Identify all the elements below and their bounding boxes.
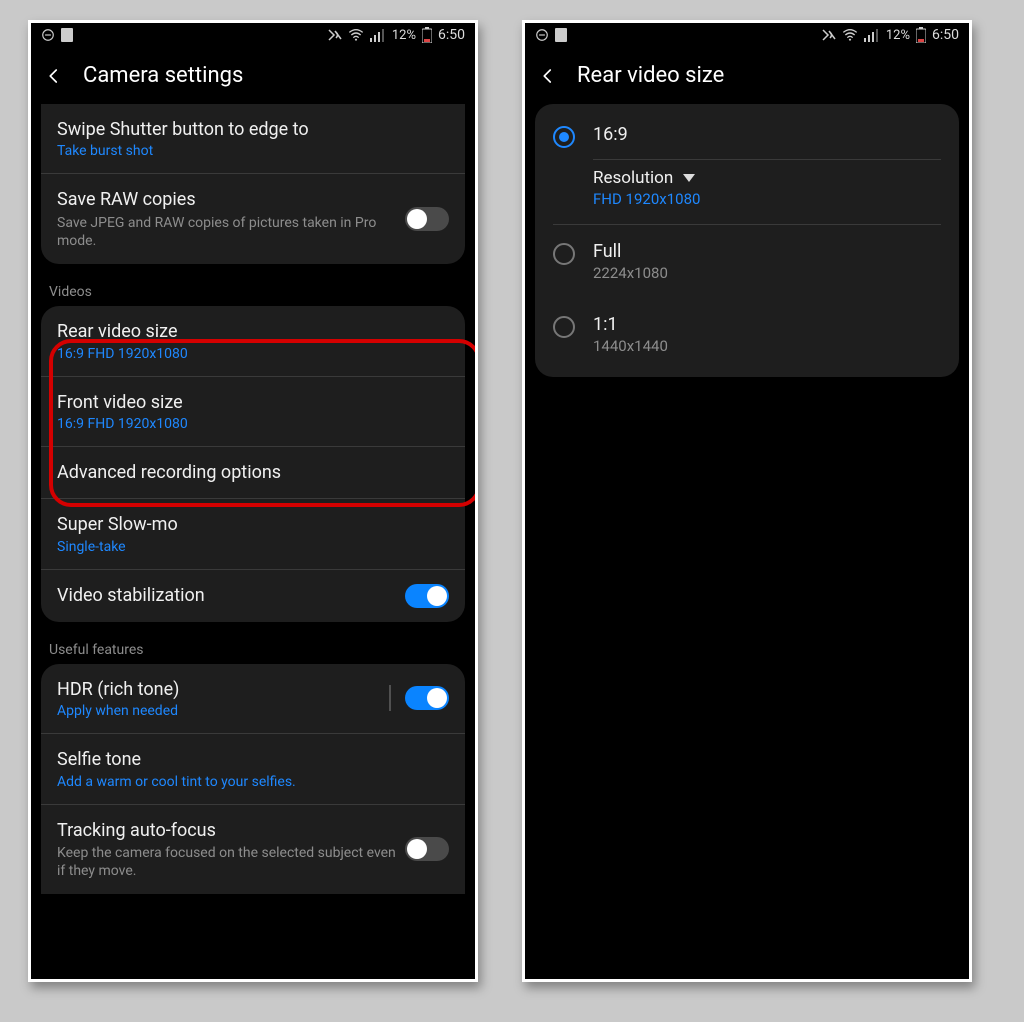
hdr-row[interactable]: HDR (rich tone) Apply when needed	[41, 664, 465, 733]
save-raw-row[interactable]: Save RAW copies Save JPEG and RAW copies…	[41, 173, 465, 264]
dnd-icon	[41, 28, 55, 42]
settings-group-videos: Rear video size 16:9 FHD 1920x1080 Front…	[41, 306, 465, 622]
save-raw-sub: Save JPEG and RAW copies of pictures tak…	[57, 214, 405, 250]
selfie-tone-title: Selfie tone	[57, 748, 449, 771]
battery-icon	[422, 27, 432, 43]
option-full-label: Full	[593, 241, 941, 262]
tracking-af-sub: Keep the camera focused on the selected …	[57, 844, 405, 880]
selfie-tone-value: Add a warm or cool tint to your selfies.	[57, 774, 449, 790]
option-1-1-label: 1:1	[593, 314, 941, 335]
battery-percent: 12%	[886, 28, 910, 43]
status-bar: 12% 6:50	[31, 23, 475, 47]
wifi-icon	[348, 28, 364, 42]
option-16-9-label: 16:9	[593, 124, 941, 145]
radio-unselected-icon	[553, 243, 575, 265]
tracking-af-row[interactable]: Tracking auto-focus Keep the camera focu…	[41, 804, 465, 895]
dnd-icon	[535, 28, 549, 42]
resolution-dropdown[interactable]: Resolution	[593, 168, 941, 188]
option-full[interactable]: Full 2224x1080	[535, 225, 959, 298]
tracking-af-title: Tracking auto-focus	[57, 819, 405, 842]
hdr-toggle[interactable]	[405, 686, 449, 710]
advanced-recording-row[interactable]: Advanced recording options	[41, 446, 465, 498]
sim-icon	[555, 28, 567, 42]
vibrate-icon	[820, 28, 836, 42]
option-1-1[interactable]: 1:1 1440x1440	[535, 298, 959, 371]
option-full-sub: 2224x1080	[593, 264, 941, 282]
radio-selected-icon	[553, 126, 575, 148]
divider-vertical	[389, 685, 391, 711]
advanced-recording-title: Advanced recording options	[57, 461, 449, 484]
super-slowmo-title: Super Slow-mo	[57, 513, 449, 536]
settings-group-1: Swipe Shutter button to edge to Take bur…	[41, 104, 465, 264]
clock-text: 6:50	[438, 27, 465, 43]
vibrate-icon	[326, 28, 342, 42]
settings-group-useful: HDR (rich tone) Apply when needed Selfie…	[41, 664, 465, 895]
video-size-options: 16:9 Resolution FHD 1920x1080 Full 2224x…	[535, 104, 959, 377]
phone-right: 12% 6:50 Rear video size 16:9	[522, 20, 972, 982]
option-16-9[interactable]: 16:9 Resolution FHD 1920x1080	[535, 108, 959, 224]
super-slowmo-row[interactable]: Super Slow-mo Single-take	[41, 498, 465, 568]
back-icon[interactable]	[539, 67, 557, 85]
battery-icon	[916, 27, 926, 43]
battery-percent: 12%	[392, 28, 416, 43]
phone-left: 12% 6:50 Camera settings Swipe Shutter b…	[28, 20, 478, 982]
save-raw-title: Save RAW copies	[57, 188, 405, 211]
front-video-title: Front video size	[57, 391, 449, 414]
hdr-value: Apply when needed	[57, 703, 389, 719]
chevron-down-icon	[683, 174, 695, 182]
section-videos-label: Videos	[31, 274, 475, 306]
sim-icon	[61, 28, 73, 42]
resolution-label: Resolution	[593, 168, 673, 188]
hdr-title: HDR (rich tone)	[57, 678, 389, 701]
front-video-value: 16:9 FHD 1920x1080	[57, 416, 449, 432]
signal-icon	[370, 28, 386, 42]
back-icon[interactable]	[45, 67, 63, 85]
page-title: Rear video size	[577, 63, 724, 88]
rear-video-title: Rear video size	[57, 320, 449, 343]
rear-video-value: 16:9 FHD 1920x1080	[57, 346, 449, 362]
resolution-value: FHD 1920x1080	[593, 190, 941, 208]
swipe-shutter-row[interactable]: Swipe Shutter button to edge to Take bur…	[41, 104, 465, 173]
wifi-icon	[842, 28, 858, 42]
save-raw-toggle[interactable]	[405, 207, 449, 231]
page-title: Camera settings	[83, 63, 243, 88]
video-size-header: Rear video size	[525, 47, 969, 104]
status-bar: 12% 6:50	[525, 23, 969, 47]
swipe-shutter-value: Take burst shot	[57, 143, 449, 159]
front-video-size-row[interactable]: Front video size 16:9 FHD 1920x1080	[41, 376, 465, 446]
settings-header: Camera settings	[31, 47, 475, 104]
clock-text: 6:50	[932, 27, 959, 43]
video-stabilization-title: Video stabilization	[57, 584, 405, 607]
video-stabilization-toggle[interactable]	[405, 584, 449, 608]
swipe-shutter-title: Swipe Shutter button to edge to	[57, 118, 449, 141]
option-1-1-sub: 1440x1440	[593, 337, 941, 355]
section-useful-label: Useful features	[31, 632, 475, 664]
radio-unselected-icon	[553, 316, 575, 338]
super-slowmo-value: Single-take	[57, 539, 449, 555]
rear-video-size-row[interactable]: Rear video size 16:9 FHD 1920x1080	[41, 306, 465, 375]
selfie-tone-row[interactable]: Selfie tone Add a warm or cool tint to y…	[41, 733, 465, 803]
signal-icon	[864, 28, 880, 42]
tracking-af-toggle[interactable]	[405, 837, 449, 861]
video-stabilization-row[interactable]: Video stabilization	[41, 569, 465, 622]
